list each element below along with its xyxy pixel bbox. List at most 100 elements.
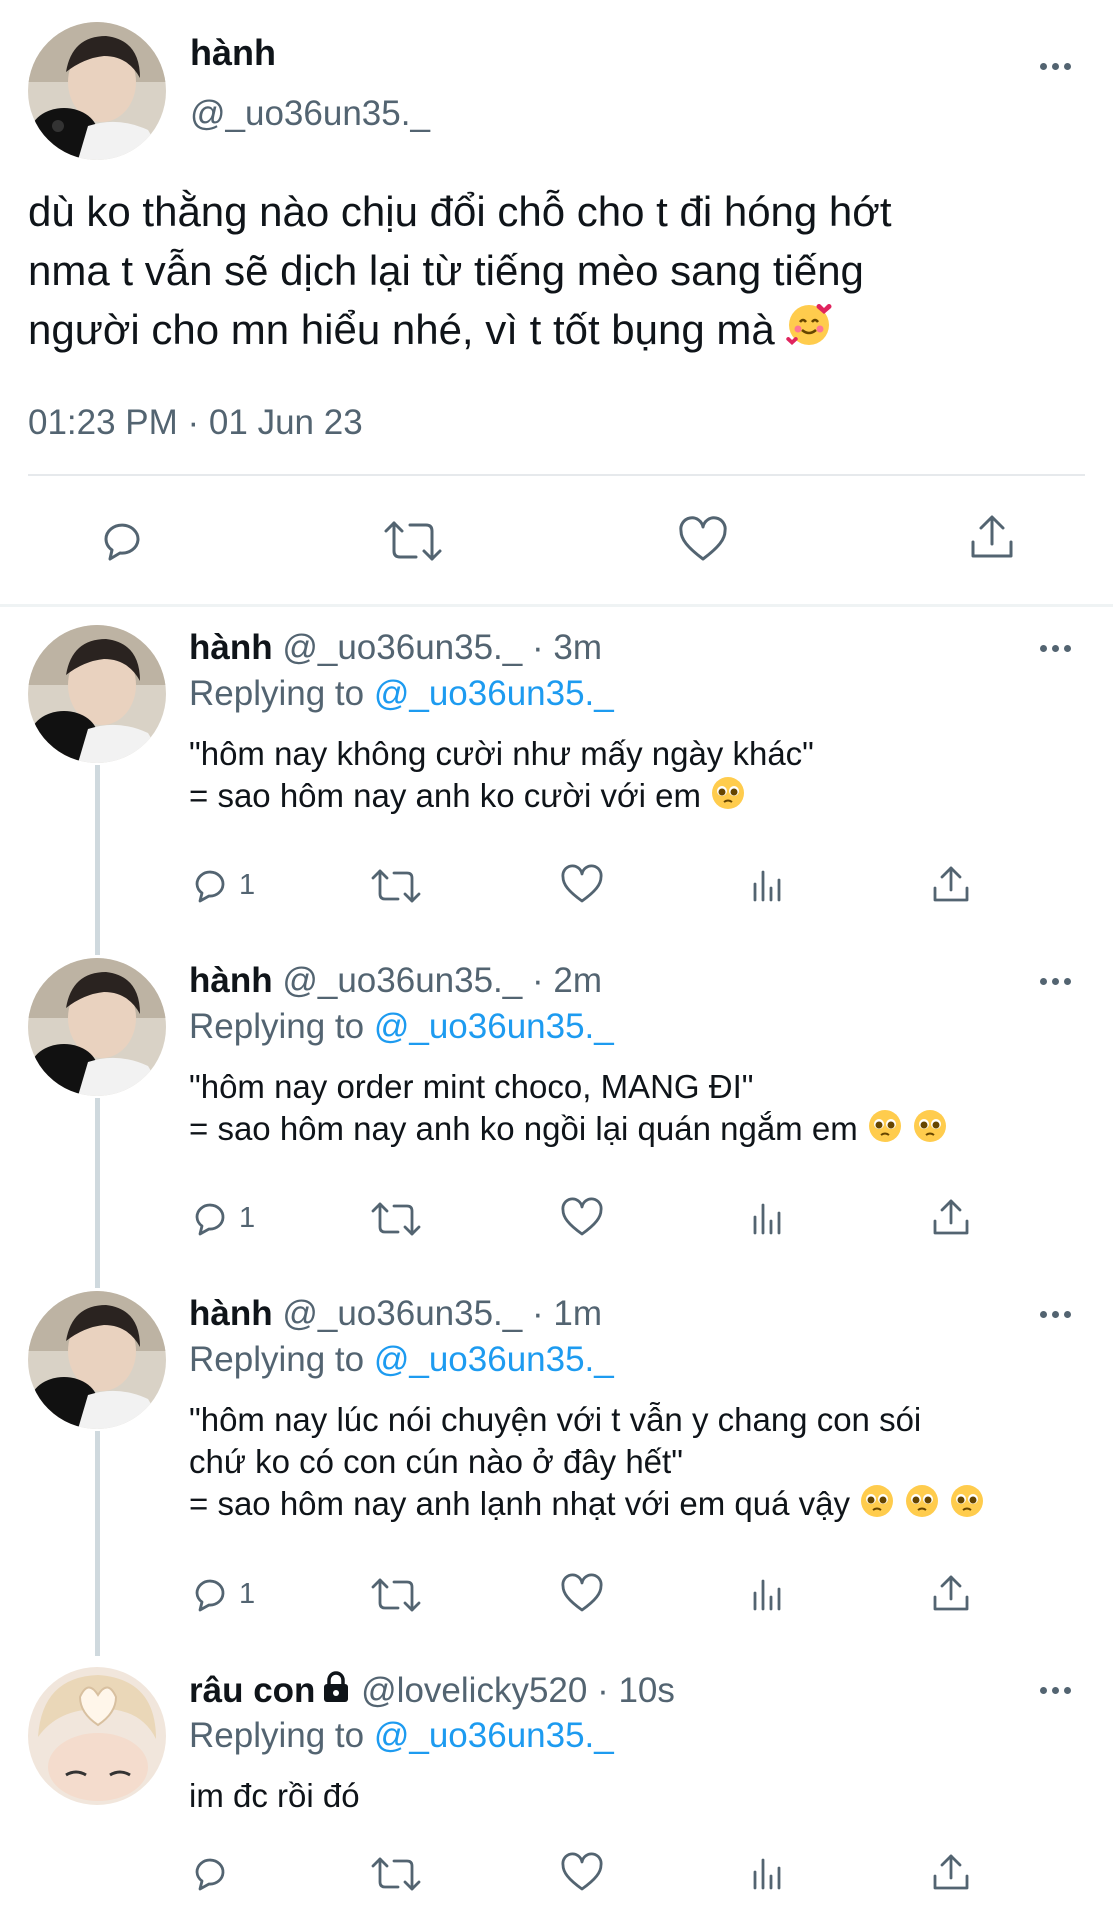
pleading-face-emoji [710, 775, 746, 821]
share-icon [971, 515, 1013, 558]
avatar[interactable] [28, 1291, 166, 1429]
author-handle[interactable]: @_uo36un35._ [190, 94, 430, 134]
share-button[interactable] [930, 863, 972, 907]
author-handle[interactable]: @_uo36un35._ [282, 1294, 522, 1333]
reply-time[interactable]: · 10s [597, 1671, 675, 1710]
more-icon[interactable] [1035, 638, 1075, 658]
more-icon[interactable] [1035, 1304, 1075, 1324]
share-button[interactable] [930, 1851, 972, 1895]
tweet-line: người cho mn hiểu nhé, vì t tốt bụng mà [28, 300, 1088, 363]
author-handle[interactable]: @_uo36un35._ [282, 628, 522, 667]
tweet-text: dù ko thằng nào chịu đổi chỗ cho t đi hó… [28, 182, 1088, 363]
reply-button[interactable]: 1 [189, 864, 255, 906]
reply-icon [104, 523, 140, 561]
more-icon[interactable] [1035, 971, 1075, 991]
retweet-button[interactable] [382, 517, 444, 570]
heart-icon [561, 1852, 603, 1891]
mention-link[interactable]: @_uo36un35._ [374, 1716, 614, 1755]
like-button[interactable] [560, 1573, 604, 1615]
reply-button[interactable] [96, 515, 146, 570]
thread-line [95, 1431, 100, 1656]
replying-to: Replying to @_uo36un35._ [189, 674, 614, 713]
views-button[interactable] [748, 1575, 788, 1615]
avatar[interactable] [28, 1667, 166, 1805]
author-handle[interactable]: @lovelicky520 [361, 1671, 587, 1710]
heart-icon [561, 864, 603, 903]
pleading-face-emoji [904, 1483, 940, 1529]
retweet-button[interactable] [370, 1575, 422, 1615]
mention-link[interactable]: @_uo36un35._ [374, 674, 614, 713]
avatar[interactable] [28, 625, 166, 763]
like-button[interactable] [560, 864, 604, 906]
mention-link[interactable]: @_uo36un35._ [374, 1007, 614, 1046]
heart-icon [561, 1573, 603, 1612]
avatar[interactable] [28, 958, 166, 1096]
views-icon [753, 1579, 781, 1611]
thread-line [95, 1098, 100, 1288]
share-button[interactable] [967, 512, 1017, 569]
reply-button[interactable]: 1 [189, 1197, 255, 1239]
replying-to: Replying to @_uo36un35._ [189, 1007, 614, 1046]
reply-header: râu con @lovelicky520 · 10s [189, 1670, 675, 1713]
share-icon [933, 1575, 969, 1611]
views-button[interactable] [748, 1854, 788, 1894]
heart-icon [679, 516, 727, 561]
reply-text: im đc rồi đó [189, 1777, 360, 1814]
reply-time[interactable]: · 3m [532, 628, 602, 667]
retweet-button[interactable] [370, 1854, 422, 1894]
author-name[interactable]: hành [189, 628, 273, 667]
share-icon [933, 866, 969, 902]
like-button[interactable] [677, 515, 729, 570]
reply-icon [195, 870, 225, 903]
views-icon [753, 1203, 781, 1235]
pleading-face-emoji [859, 1483, 895, 1529]
tweet-timestamp[interactable]: 01:23 PM · 01 Jun 23 [28, 403, 363, 443]
reply-text: "hôm nay không cười như mấy ngày khác" =… [189, 733, 814, 821]
reply-count: 1 [239, 1201, 256, 1234]
tweet-line: nma t vẫn sẽ dịch lại từ tiếng mèo sang … [28, 247, 864, 294]
reply-header: hành @_uo36un35._ · 2m [189, 961, 602, 1001]
like-button[interactable] [560, 1197, 604, 1239]
share-icon [933, 1199, 969, 1235]
reply-count: 1 [239, 868, 256, 901]
reply-time[interactable]: · 1m [532, 1294, 602, 1333]
more-icon[interactable] [1035, 56, 1075, 76]
views-button[interactable] [748, 1199, 788, 1239]
reply-button[interactable] [189, 1852, 231, 1894]
tweet-line: dù ko thằng nào chịu đổi chỗ cho t đi hó… [28, 188, 892, 235]
retweet-button[interactable] [370, 866, 422, 906]
replying-to: Replying to @_uo36un35._ [189, 1340, 614, 1379]
heart-icon [561, 1197, 603, 1236]
retweet-icon [371, 1578, 421, 1612]
views-button[interactable] [748, 866, 788, 906]
author-name[interactable]: hành [190, 32, 276, 74]
author-handle[interactable]: @_uo36un35._ [282, 961, 522, 1000]
retweet-icon [371, 869, 421, 903]
reply-header: hành @_uo36un35._ · 3m [189, 628, 602, 668]
reply-time[interactable]: · 2m [532, 961, 602, 1000]
divider [28, 474, 1085, 476]
retweet-icon [371, 1202, 421, 1236]
retweet-button[interactable] [370, 1199, 422, 1239]
avatar[interactable] [28, 22, 166, 160]
share-icon [933, 1854, 969, 1890]
section-separator [0, 604, 1113, 607]
more-icon[interactable] [1035, 1680, 1075, 1700]
like-button[interactable] [560, 1852, 604, 1894]
retweet-icon [384, 521, 442, 561]
lock-icon [321, 1670, 351, 1713]
share-button[interactable] [930, 1196, 972, 1240]
retweet-icon [371, 1857, 421, 1891]
reply-header: hành @_uo36un35._ · 1m [189, 1294, 602, 1334]
author-name[interactable]: râu con [189, 1671, 315, 1710]
pleading-face-emoji [867, 1108, 903, 1154]
reply-button[interactable]: 1 [189, 1573, 255, 1615]
mention-link[interactable]: @_uo36un35._ [374, 1340, 614, 1379]
smiling-face-with-hearts-emoji [786, 302, 832, 363]
reply-text: "hôm nay order mint choco, MANG ĐI" = sa… [189, 1066, 948, 1154]
author-name[interactable]: hành [189, 1294, 273, 1333]
author-name[interactable]: hành [189, 961, 273, 1000]
share-button[interactable] [930, 1572, 972, 1616]
views-icon [753, 870, 781, 902]
reply-icon [195, 1858, 225, 1891]
